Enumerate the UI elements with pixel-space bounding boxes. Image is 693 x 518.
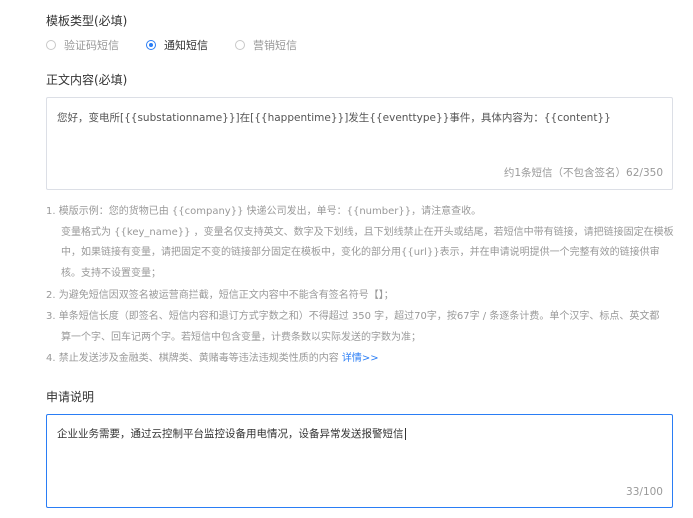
application-note-text: 企业业务需要，通过云控制平台监控设备用电情况，设备异常发送报警短信 <box>57 428 404 440</box>
template-type-title: 模板类型(必填) <box>46 14 128 28</box>
details-link[interactable]: 详情>> <box>342 353 379 364</box>
radio-marketing-sms[interactable]: 营销短信 <box>235 37 297 53</box>
radio-label: 通知短信 <box>164 39 208 52</box>
note-line-last: 4. 禁止发送涉及金融类、棋牌类、黄赌毒等违法违规类性质的内容 详情>> <box>46 349 379 364</box>
application-note-text-wrap: 企业业务需要，通过云控制平台监控设备用电情况，设备异常发送报警短信 <box>57 426 406 441</box>
note-line: 变量格式为 {{key_name}} ，变量名仅支持英文、数字及下划线，且下划线… <box>61 227 674 238</box>
text-caret <box>404 428 406 440</box>
note-line: 2. 为避免短信因双签名被运营商拦截，短信正文内容中不能含有签名符号【】； <box>46 290 394 301</box>
radio-notification-sms[interactable]: 通知短信 <box>146 37 208 53</box>
note-line: 1. 模版示例：您的货物已由 {{company}} 快递公司发出，单号：{{n… <box>46 206 482 217</box>
body-content-title: 正文内容(必填) <box>46 73 128 87</box>
template-type-radio-group: 验证码短信 通知短信 营销短信 <box>46 37 324 53</box>
body-content-counter: 约1条短信（不包含签名）62/350 <box>503 167 663 179</box>
note-line: 核。支持不设置变量； <box>61 268 161 279</box>
note-text: 4. 禁止发送涉及金融类、棋牌类、黄赌毒等违法违规类性质的内容 <box>46 353 342 364</box>
body-content-textarea[interactable]: 您好，变电所[{{substationname}}]在[{{happentime… <box>46 97 673 190</box>
body-content-text: 您好，变电所[{{substationname}}]在[{{happentime… <box>57 112 611 124</box>
radio-verification-sms[interactable]: 验证码短信 <box>46 37 119 53</box>
application-note-title: 申请说明 <box>46 390 95 404</box>
radio-circle-icon <box>146 40 156 50</box>
radio-label: 验证码短信 <box>64 39 119 52</box>
application-note-textarea[interactable]: 企业业务需要，通过云控制平台监控设备用电情况，设备异常发送报警短信 33/100 <box>46 414 673 508</box>
radio-label: 营销短信 <box>253 39 297 52</box>
radio-circle-icon <box>235 40 245 50</box>
note-line: 中，如果链接有变量，请把固定不变的链接部分固定在模板中，变化的部分用{{url}… <box>61 247 660 258</box>
note-line: 算一个字、回车记两个字。若短信中包含变量，计费条数以实际发送的字数为准； <box>61 332 421 343</box>
application-note-counter: 33/100 <box>626 486 663 498</box>
radio-circle-icon <box>46 40 56 50</box>
note-line: 3. 单条短信长度（即签名、短信内容和退订方式字数之和）不得超过 350 字，超… <box>46 311 660 322</box>
